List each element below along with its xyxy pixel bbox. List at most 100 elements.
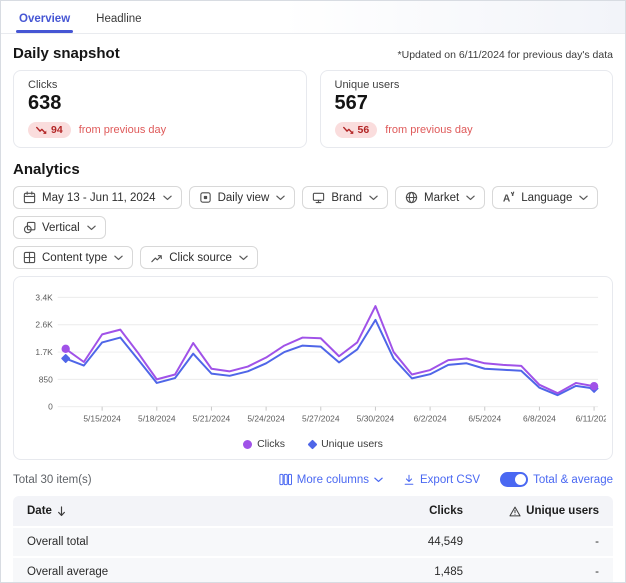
table-body: Overall total 44,549 - Overall average 1… [13, 526, 613, 583]
content-type-icon [23, 251, 36, 264]
chevron-down-icon [369, 195, 378, 201]
click-source-icon [150, 251, 163, 264]
data-point-marker[interactable] [590, 382, 598, 390]
cell-date: Overall total [13, 536, 358, 548]
x-axis-tick-label: 5/27/2024 [302, 414, 340, 424]
snapshot-cards: Clicks 638 94 from previous day Unique u… [13, 70, 613, 148]
tab-overview[interactable]: Overview [19, 13, 70, 33]
cell-unique-users: - [463, 536, 613, 548]
legend-item-unique-users[interactable]: Unique users [309, 438, 383, 450]
unique-users-header-label: Unique users [526, 505, 599, 517]
chevron-down-icon [163, 195, 172, 201]
toggle-label: Total & average [533, 474, 613, 486]
chevron-down-icon [114, 255, 123, 261]
items-count: Total 30 item(s) [13, 474, 92, 486]
filter-label: May 13 - Jun 11, 2024 [42, 192, 156, 204]
x-axis-tick-label: 6/8/2024 [523, 414, 556, 424]
toolbar-actions: More columns Export CSV Total & average [279, 472, 613, 487]
delta-note: from previous day [79, 124, 166, 136]
unique-users-column-header: Unique users [463, 505, 613, 517]
brand-icon [312, 191, 325, 204]
legend-label: Unique users [321, 438, 383, 450]
x-axis-tick-label: 5/24/2024 [247, 414, 285, 424]
y-axis-tick-label: 850 [39, 374, 53, 384]
chart-line-unique-users[interactable] [66, 320, 594, 395]
download-icon [403, 474, 415, 486]
updated-note: *Updated on 6/11/2024 for previous day's… [398, 49, 613, 61]
svg-text:A: A [503, 194, 511, 204]
click-source-filter[interactable]: Click source [140, 246, 258, 269]
table-header-row: Date Clicks Unique users [13, 496, 613, 526]
chevron-down-icon [374, 477, 383, 483]
legend-item-clicks[interactable]: Clicks [243, 438, 285, 450]
filter-label: Market [424, 192, 459, 204]
tab-headline[interactable]: Headline [96, 13, 141, 33]
card-value: 567 [335, 92, 599, 115]
chevron-down-icon [466, 195, 475, 201]
filter-label: Brand [331, 192, 362, 204]
x-axis-tick-label: 6/5/2024 [468, 414, 501, 424]
y-axis-tick-label: 3.4K [35, 292, 53, 302]
table-row: Overall average 1,485 - [13, 556, 613, 583]
filter-label: Click source [169, 252, 232, 264]
content-type-filter[interactable]: Content type [13, 246, 133, 269]
view-granularity-filter[interactable]: Daily view [189, 186, 296, 209]
filter-label: Content type [42, 252, 107, 264]
analytics-title: Analytics [13, 161, 613, 178]
card-delta-row: 94 from previous day [28, 122, 292, 138]
data-point-marker[interactable] [62, 345, 70, 353]
delta-badge: 56 [335, 122, 378, 138]
language-icon: A [502, 191, 515, 204]
x-axis-tick-label: 5/15/2024 [83, 414, 121, 424]
daily-view-icon [199, 191, 212, 204]
date-header-label: Date [27, 505, 52, 517]
x-axis-tick-label: 5/18/2024 [138, 414, 176, 424]
card-label: Clicks [28, 79, 292, 91]
data-point-marker[interactable] [61, 354, 71, 364]
sort-descending-icon [57, 506, 66, 517]
card-label: Unique users [335, 79, 599, 91]
x-axis-tick-label: 5/30/2024 [357, 414, 395, 424]
cell-unique-users: - [463, 566, 613, 578]
table-toolbar: Total 30 item(s) More columns Export CSV… [1, 460, 625, 496]
delta-badge: 94 [28, 122, 71, 138]
x-axis-tick-label: 6/2/2024 [414, 414, 447, 424]
line-chart-canvas[interactable]: 08501.7K2.6K3.4K5/15/20245/18/20245/21/2… [20, 285, 606, 437]
chevron-down-icon [239, 255, 248, 261]
table-row: Overall total 44,549 - [13, 526, 613, 556]
brand-filter[interactable]: Brand [302, 186, 388, 209]
unique-users-card: Unique users 567 56 from previous day [320, 70, 614, 148]
export-csv-button[interactable]: Export CSV [403, 474, 480, 486]
toggle-switch-on[interactable] [500, 472, 528, 487]
chevron-down-icon [579, 195, 588, 201]
delta-note: from previous day [385, 124, 472, 136]
daily-snapshot-title: Daily snapshot [13, 45, 120, 62]
daily-snapshot-header: Daily snapshot *Updated on 6/11/2024 for… [13, 45, 613, 62]
clicks-header-label: Clicks [429, 505, 463, 517]
x-axis-tick-label: 5/21/2024 [193, 414, 231, 424]
cell-clicks: 1,485 [358, 566, 463, 578]
x-axis-tick-label: 6/11/2024 [576, 414, 606, 424]
tab-bar: Overview Headline [1, 1, 625, 34]
analytics-chart-card: 08501.7K2.6K3.4K5/15/20245/18/20245/21/2… [13, 276, 613, 460]
main-content: Daily snapshot *Updated on 6/11/2024 for… [1, 45, 625, 460]
more-columns-icon [279, 473, 292, 486]
market-icon [405, 191, 418, 204]
date-column-header[interactable]: Date [13, 505, 358, 517]
calendar-icon [23, 191, 36, 204]
cell-clicks: 44,549 [358, 536, 463, 548]
market-filter[interactable]: Market [395, 186, 485, 209]
total-average-toggle[interactable]: Total & average [500, 472, 613, 487]
language-filter[interactable]: A Language [492, 186, 598, 209]
chart-line-clicks[interactable] [66, 306, 594, 393]
vertical-filter[interactable]: Vertical [13, 216, 106, 239]
more-columns-label: More columns [297, 474, 369, 486]
date-range-filter[interactable]: May 13 - Jun 11, 2024 [13, 186, 182, 209]
legend-circle-marker [243, 440, 252, 449]
more-columns-button[interactable]: More columns [279, 473, 383, 486]
filter-label: Vertical [42, 222, 80, 234]
filters-row-2: Content type Click source [13, 246, 613, 269]
chart-legend: Clicks Unique users [20, 437, 606, 457]
chevron-down-icon [87, 225, 96, 231]
y-axis-tick-label: 1.7K [35, 347, 53, 357]
